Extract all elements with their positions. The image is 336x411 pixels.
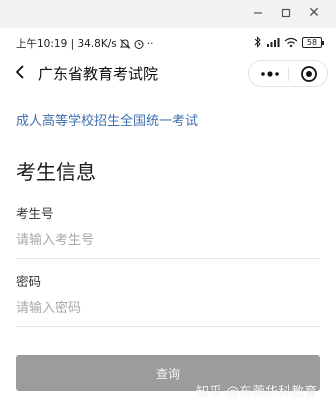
watermark: 知乎 @东莞华科教育	[196, 385, 318, 400]
battery-level: 58	[306, 37, 318, 47]
back-arrow-icon[interactable]	[10, 61, 32, 83]
wifi-icon	[284, 37, 298, 47]
capsule-menu	[248, 60, 328, 87]
password-input[interactable]	[16, 296, 320, 320]
page-title: 广东省教育考试院	[38, 65, 159, 83]
exam-id-underline	[16, 258, 320, 259]
signal-icon	[267, 37, 280, 47]
password-underline	[16, 326, 320, 327]
close-icon[interactable]: ✕	[304, 3, 324, 23]
status-time-speed: 上午10:19 | 34.8K/s	[16, 38, 117, 50]
capsule-divider	[288, 67, 289, 81]
exam-type-link[interactable]: 成人高等学校招生全国统一考试	[16, 110, 198, 129]
battery-icon: 58	[302, 36, 324, 48]
minimize-icon[interactable]	[248, 3, 268, 23]
bluetooth-icon	[254, 36, 261, 48]
mini-program-nav-bar: 广东省教育考试院	[0, 58, 336, 88]
exam-id-input[interactable]	[16, 228, 320, 252]
phone-status-bar: 上午10:19 | 34.8K/s ·· 58	[0, 28, 336, 58]
alarm-icon	[134, 39, 144, 49]
maximize-icon[interactable]	[276, 3, 296, 23]
target-icon[interactable]	[300, 65, 318, 83]
more-dots-icon: ··	[146, 37, 154, 50]
status-right: 58	[254, 36, 324, 48]
password-label: 密码	[16, 274, 42, 289]
menu-dots-icon[interactable]	[259, 66, 281, 82]
section-title: 考生信息	[16, 160, 96, 184]
exam-id-label: 考生号	[16, 206, 54, 221]
mute-icon	[119, 38, 130, 49]
window-title-bar: ✕	[0, 0, 336, 28]
status-left: 上午10:19 | 34.8K/s ··	[16, 36, 153, 51]
